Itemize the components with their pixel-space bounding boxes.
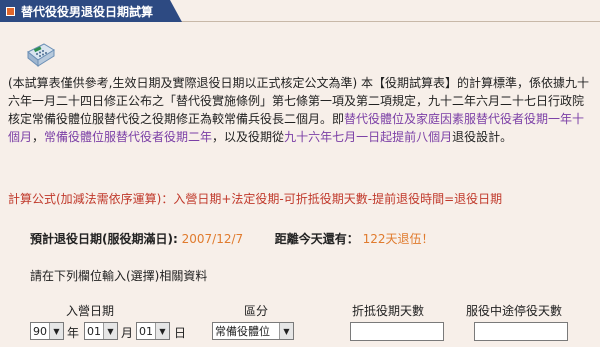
- bullet-icon: [6, 6, 15, 16]
- intro-text-2: ，以及役期從: [212, 130, 285, 144]
- day-unit: 日: [174, 326, 187, 340]
- col-enlist-date: 入營日期: [66, 304, 115, 318]
- chevron-down-icon[interactable]: ▼: [155, 323, 169, 339]
- remaining-label: 距離今天還有：: [274, 232, 359, 246]
- form-prompt: 請在下列欄位輸入(選擇)相關資料: [30, 269, 208, 283]
- page-header: 替代役役男退役日期試算: [0, 0, 600, 22]
- chevron-down-icon[interactable]: ▼: [49, 323, 63, 339]
- offset-days-input[interactable]: [350, 322, 444, 341]
- page-title: 替代役役男退役日期試算: [21, 4, 154, 19]
- year-unit: 年: [67, 326, 80, 340]
- chevron-down-icon[interactable]: ▼: [279, 323, 293, 339]
- day-value: 01: [139, 324, 153, 338]
- intro-highlight-3: 九十六年七月一日起提前八個月: [284, 130, 453, 144]
- prediction-line: 預計退役日期(服役期滿日): 2007/12/7 距離今天還有： 122天退伍！: [30, 230, 434, 247]
- intro-paragraph: (本試算表僅供參考,生效日期及實際退役日期以正式核定公文為準) 本【役期試算表】…: [8, 74, 594, 146]
- month-value: 01: [87, 324, 101, 338]
- day-select[interactable]: 01 ▼: [136, 322, 170, 340]
- intro-highlight-2: 常備役體位服替代役者役期二年: [44, 130, 213, 144]
- category-select[interactable]: 常備役體位 ▼: [212, 322, 294, 340]
- calculator-icon: [27, 43, 55, 68]
- formula-text: 計算公式(加減法需依序運算)：入營日期+法定役期-可折抵役期天數-提前退役時間=…: [8, 192, 503, 206]
- intro-disclaimer: (本試算表僅供參考,生效日期及實際退役日期以正式核定公文為準): [8, 76, 358, 90]
- prediction-date: 2007/12/7: [181, 232, 244, 246]
- remaining-days: 122天退伍！: [362, 232, 434, 246]
- prediction-label: 預計退役日期(服役期滿日):: [30, 232, 178, 246]
- year-select[interactable]: 90 ▼: [30, 322, 64, 340]
- category-value: 常備役體位: [215, 325, 270, 338]
- intro-text-3: 退役設計。: [452, 130, 513, 144]
- col-pause-days: 服役中途停役天數: [466, 304, 563, 318]
- col-category: 區分: [244, 304, 269, 318]
- month-select[interactable]: 01 ▼: [84, 322, 118, 340]
- chevron-down-icon[interactable]: ▼: [103, 323, 117, 339]
- pause-days-input[interactable]: [474, 322, 568, 341]
- year-value: 90: [33, 324, 47, 338]
- intro-separator: ，: [32, 130, 45, 144]
- header-tab: 替代役役男退役日期試算: [0, 0, 182, 22]
- col-offset-days: 折抵役期天數: [352, 304, 425, 318]
- month-unit: 月: [121, 326, 134, 340]
